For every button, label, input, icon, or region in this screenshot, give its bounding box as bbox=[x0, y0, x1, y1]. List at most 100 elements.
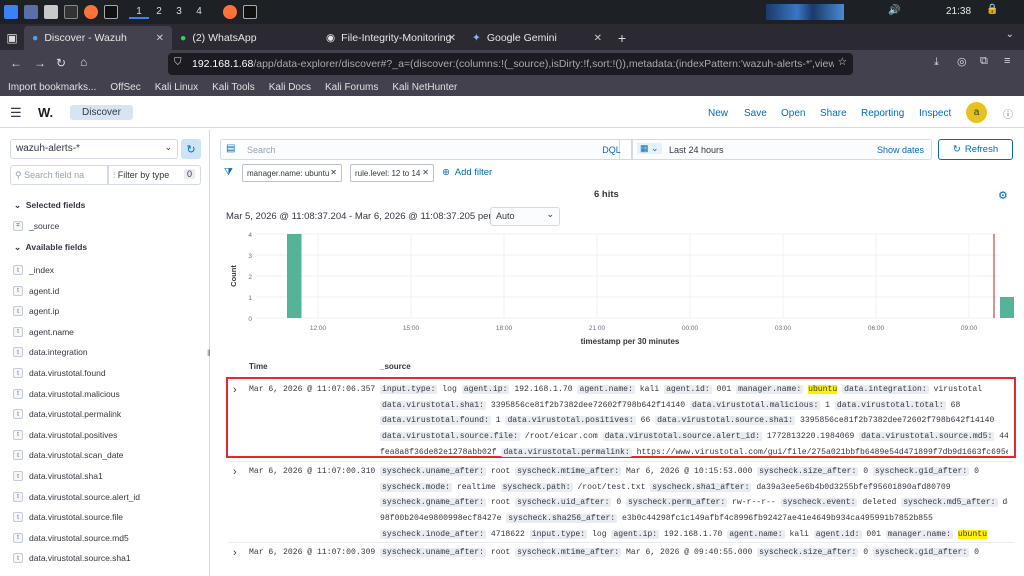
filter-by-type-button[interactable]: ⫶ Filter by type 0 bbox=[108, 165, 201, 185]
inspect-link[interactable]: Inspect bbox=[919, 108, 951, 119]
search-field-input[interactable]: ⚲ Search field na bbox=[10, 165, 108, 185]
terminal-icon[interactable] bbox=[104, 5, 118, 19]
save-link[interactable]: Save bbox=[744, 108, 767, 119]
desktop-icon[interactable] bbox=[24, 5, 38, 19]
field-key: agent.id: bbox=[664, 385, 712, 394]
available-field[interactable]: t data.virustotal.source.file bbox=[13, 512, 123, 523]
workspace-2[interactable]: 2 bbox=[149, 6, 169, 19]
expand-row-icon[interactable]: › bbox=[233, 547, 237, 559]
files-icon[interactable] bbox=[44, 5, 58, 19]
refresh-index-button[interactable]: ↻ bbox=[181, 139, 201, 159]
show-dates-link[interactable]: Show dates bbox=[877, 145, 924, 155]
available-field[interactable]: t data.virustotal.permalink bbox=[13, 409, 121, 420]
clock[interactable]: 21:38 bbox=[946, 6, 971, 17]
bookmark-item[interactable]: OffSec bbox=[110, 82, 140, 93]
workspace-3[interactable]: 3 bbox=[169, 6, 189, 19]
add-filter-button[interactable]: ⊕ Add filter bbox=[442, 167, 492, 178]
x-tick-label: 00:00 bbox=[682, 325, 699, 332]
menu-icon[interactable]: ≡ bbox=[1004, 55, 1010, 67]
calendar-icon[interactable]: ▦ ⌄ bbox=[637, 143, 662, 154]
close-icon[interactable]: ✕ bbox=[422, 168, 429, 177]
interval-select[interactable]: Auto ⌄ bbox=[490, 207, 560, 226]
kali-menu-icon[interactable] bbox=[4, 5, 18, 19]
tab-whatsapp[interactable]: ● (2) WhatsApp bbox=[172, 26, 318, 50]
expand-row-icon[interactable]: › bbox=[233, 466, 237, 478]
search-placeholder: Search field na bbox=[24, 170, 85, 180]
new-tab-button[interactable]: + bbox=[610, 26, 634, 50]
available-field[interactable]: t data.virustotal.source.sha1 bbox=[13, 553, 131, 564]
available-field[interactable]: t data.virustotal.scan_date bbox=[13, 450, 124, 461]
available-field[interactable]: t _index bbox=[13, 265, 54, 275]
extensions-icon[interactable]: ⧉ bbox=[980, 55, 988, 68]
back-icon[interactable]: ← bbox=[10, 56, 22, 70]
bookmark-item[interactable]: Kali NetHunter bbox=[392, 82, 457, 93]
table-header-source[interactable]: _source bbox=[380, 362, 411, 371]
help-icon[interactable]: ⓘ bbox=[1003, 106, 1013, 121]
bookmark-item[interactable]: Kali Docs bbox=[269, 82, 311, 93]
available-field[interactable]: t agent.ip bbox=[13, 306, 59, 317]
dql-button[interactable]: DQL bbox=[592, 139, 632, 160]
forward-icon[interactable]: → bbox=[34, 56, 46, 70]
index-pattern-select[interactable]: wazuh-alerts-* ⌄ bbox=[10, 139, 178, 159]
terminal-icon[interactable] bbox=[64, 5, 78, 19]
share-link[interactable]: Share bbox=[820, 108, 847, 119]
available-field[interactable]: t data.virustotal.found bbox=[13, 368, 106, 378]
tab-github[interactable]: ◉ File-Integrity-Monitoring ✕ bbox=[318, 26, 464, 50]
close-icon[interactable]: ✕ bbox=[330, 168, 337, 177]
date-picker[interactable]: ▦ ⌄ Last 24 hours Show dates bbox=[632, 139, 932, 160]
account-icon[interactable]: ◎ bbox=[957, 55, 967, 68]
available-field[interactable]: t data.virustotal.source.alert_id bbox=[13, 491, 140, 502]
home-icon[interactable]: ⌂ bbox=[80, 55, 87, 69]
close-icon[interactable]: ✕ bbox=[594, 33, 602, 44]
bookmark-item[interactable]: Import bookmarks... bbox=[8, 82, 96, 93]
list-tabs-icon[interactable]: ⌄ bbox=[1006, 29, 1014, 40]
query-input[interactable]: Search bbox=[247, 145, 276, 155]
refresh-button[interactable]: ↻ Refresh bbox=[938, 139, 1013, 160]
lock-icon[interactable]: 🔒 bbox=[986, 4, 998, 15]
available-field[interactable]: t agent.id bbox=[13, 285, 59, 296]
selected-field-source[interactable]: ⌗ _source bbox=[13, 221, 59, 231]
available-field[interactable]: t data.virustotal.positives bbox=[13, 429, 117, 440]
workspace-4[interactable]: 4 bbox=[189, 6, 209, 19]
tab-gemini[interactable]: ✦ Google Gemini ✕ bbox=[464, 26, 610, 50]
close-icon[interactable]: ✕ bbox=[448, 33, 456, 44]
available-field[interactable]: t agent.name bbox=[13, 326, 74, 337]
app-header: ☰ W. Discover New Save Open Share Report… bbox=[0, 98, 1024, 128]
url-bar[interactable]: ⛉ 192.168.1.68/app/data-explorer/discove… bbox=[168, 53, 853, 75]
avatar[interactable]: a bbox=[966, 102, 987, 123]
filter-icon[interactable]: ⧩ bbox=[224, 167, 233, 178]
tab-discover[interactable]: ● Discover - Wazuh ✕ bbox=[24, 26, 172, 50]
table-header-time[interactable]: Time bbox=[249, 362, 268, 371]
firefox-view-icon[interactable]: ▣ bbox=[0, 26, 24, 50]
bookmark-item[interactable]: Kali Tools bbox=[212, 82, 255, 93]
volume-icon[interactable]: 🔊 bbox=[888, 5, 900, 16]
expand-row-icon[interactable]: › bbox=[233, 384, 237, 396]
reload-icon[interactable]: ↻ bbox=[56, 56, 66, 70]
workspace-1[interactable]: 1 bbox=[129, 6, 149, 19]
reporting-link[interactable]: Reporting bbox=[861, 108, 904, 119]
source-line: 98f00b204e9800998ecf8427e syscheck.sha25… bbox=[380, 511, 1008, 527]
bookmark-star-icon[interactable]: ☆ bbox=[833, 56, 847, 68]
close-icon[interactable]: ✕ bbox=[156, 33, 164, 44]
available-field[interactable]: t data.virustotal.sha1 bbox=[13, 471, 103, 481]
hamburger-icon[interactable]: ☰ bbox=[10, 105, 22, 121]
firefox-icon[interactable] bbox=[223, 5, 237, 19]
gear-icon[interactable]: ⚙ bbox=[998, 189, 1008, 202]
saved-query-icon[interactable]: ▤ bbox=[226, 143, 235, 154]
breadcrumb[interactable]: Discover bbox=[70, 105, 133, 120]
available-field[interactable]: t data.integration bbox=[13, 347, 88, 358]
firefox-icon[interactable] bbox=[84, 5, 98, 19]
open-link[interactable]: Open bbox=[781, 108, 805, 119]
available-field[interactable]: t data.virustotal.source.md5 bbox=[13, 532, 129, 543]
filter-pill[interactable]: manager.name: ubuntu ✕ bbox=[242, 164, 342, 182]
wazuh-logo[interactable]: W. bbox=[38, 105, 53, 120]
available-field[interactable]: t data.virustotal.malicious bbox=[13, 388, 120, 399]
terminal-icon[interactable] bbox=[243, 5, 257, 19]
new-link[interactable]: New bbox=[708, 108, 728, 119]
bookmark-item[interactable]: Kali Linux bbox=[155, 82, 198, 93]
bookmark-item[interactable]: Kali Forums bbox=[325, 82, 378, 93]
downloads-icon[interactable]: ⤓ bbox=[934, 56, 939, 69]
source-line: data.virustotal.found: 1 data.virustotal… bbox=[380, 413, 1008, 429]
filter-pill[interactable]: rule.level: 12 to 14 ✕ bbox=[350, 164, 434, 182]
sidebar-resize-handle[interactable]: ‖ bbox=[207, 348, 211, 358]
